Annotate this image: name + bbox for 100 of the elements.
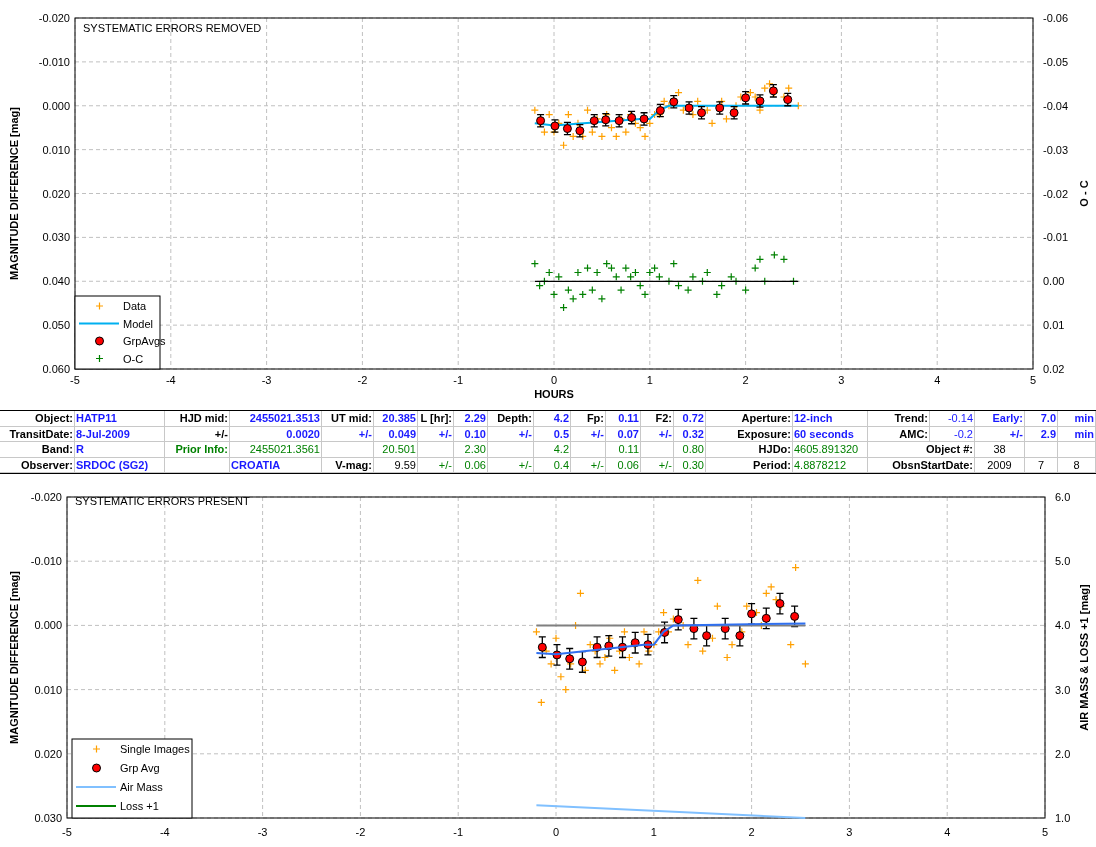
- table-cell: R: [75, 442, 165, 458]
- table-cell: 0.30: [674, 457, 706, 473]
- table-cell: +/-: [488, 457, 534, 473]
- table-cell: 4605.891320: [793, 442, 868, 458]
- axis-title: AIR MASS & LOSS +1 [mag]: [1078, 584, 1090, 731]
- table-cell: HJDo:: [706, 442, 793, 458]
- table-cell: 38: [975, 442, 1025, 458]
- table-cell: 9.59: [374, 457, 418, 473]
- tick-label: 0.02: [1043, 363, 1065, 375]
- table-cell: 60 seconds: [793, 426, 868, 442]
- tick-label: 4.0: [1055, 619, 1071, 632]
- tick-label: -5: [62, 826, 72, 838]
- table-cell: min: [1058, 411, 1096, 427]
- table-cell: Period:: [706, 457, 793, 473]
- table-cell: Fp:: [571, 411, 606, 427]
- table-cell: 0.11: [606, 442, 641, 458]
- table-cell: +/-: [641, 457, 674, 473]
- table-cell: Trend:: [868, 411, 930, 427]
- legend-label: Data: [123, 300, 147, 312]
- tick-label: -0.01: [1043, 231, 1069, 244]
- tick-label: 3: [838, 374, 845, 386]
- table-cell: Object:: [0, 411, 75, 427]
- tick-label: 5: [1029, 374, 1037, 386]
- legend-label: Loss +1: [120, 800, 159, 812]
- tick-label: -2: [355, 826, 366, 838]
- table-cell: SRDOC (SG2): [75, 457, 165, 473]
- table-cell: +/-: [641, 426, 674, 442]
- legend-label: O-C: [123, 352, 144, 365]
- table-cell: CROATIA: [230, 457, 322, 473]
- tick-label: 0.050: [42, 319, 70, 332]
- table-cell: Depth:: [488, 411, 534, 427]
- tick-label: 1: [650, 826, 657, 838]
- tick-label: -0.06: [1043, 12, 1069, 24]
- tick-label: -4: [159, 826, 170, 838]
- axis-title: MAGNITUDE DIFFERENCE [mag]: [8, 107, 20, 280]
- table-cell: +/-: [571, 426, 606, 442]
- table-cell: 4.2: [534, 411, 571, 427]
- table-cell: 0.049: [374, 426, 418, 442]
- tick-label: -1: [453, 826, 464, 838]
- tick-label: 5: [1041, 826, 1049, 838]
- table-cell: 2.9: [1025, 426, 1058, 442]
- tick-label: 3.0: [1055, 683, 1071, 696]
- table-cell: +/-: [165, 426, 230, 442]
- tick-label: -5: [70, 374, 80, 386]
- table-cell: Early:: [975, 411, 1025, 427]
- table-cell: ObsnStartDate:: [868, 457, 975, 473]
- tick-label: 0.020: [34, 747, 62, 760]
- tick-label: -0.05: [1043, 55, 1069, 68]
- table-cell: 7: [1025, 457, 1058, 473]
- legend-label: Air Mass: [120, 781, 163, 793]
- table-cell: 2455021.3561: [230, 442, 322, 458]
- table-cell: Band:: [0, 442, 75, 458]
- table-cell: V-mag:: [322, 457, 374, 473]
- tick-label: 2: [748, 826, 755, 838]
- tick-label: 0.030: [34, 812, 62, 824]
- table-cell: 0.07: [606, 426, 641, 442]
- table-cell: Object #:: [868, 442, 975, 458]
- tick-label: -0.04: [1043, 99, 1069, 112]
- table-cell: 0.06: [454, 457, 488, 473]
- tick-label: -0.03: [1043, 143, 1069, 156]
- tick-label: 4: [934, 374, 941, 386]
- tick-label: -0.010: [38, 55, 70, 68]
- table-cell: 20.501: [374, 442, 418, 458]
- tick-label: 2: [742, 374, 749, 386]
- table-cell: HATP11: [75, 411, 165, 427]
- table-cell: 8-Jul-2009: [75, 426, 165, 442]
- table-cell: +/-: [322, 426, 374, 442]
- table-cell: 0.06: [606, 457, 641, 473]
- tick-label: 0.000: [34, 619, 62, 632]
- legend-label: GrpAvgs: [123, 335, 166, 347]
- axis-title: O - C: [1078, 180, 1090, 207]
- tick-label: -3: [257, 826, 268, 838]
- chart-title: SYSTEMATIC ERRORS PRESENT: [75, 495, 250, 507]
- table-cell: 2009: [975, 457, 1025, 473]
- tick-label: -3: [261, 374, 272, 386]
- table-cell: 0.4: [534, 457, 571, 473]
- tick-label: 0.00: [1043, 275, 1065, 288]
- tick-label: 0: [550, 374, 558, 386]
- table-cell: Observer:: [0, 457, 75, 473]
- table-cell: -0.14: [930, 411, 975, 427]
- table-cell: Exposure:: [706, 426, 793, 442]
- tick-label: 1: [646, 374, 653, 386]
- table-cell: 0.11: [606, 411, 641, 427]
- table-cell: 2.30: [454, 442, 488, 458]
- chart-title: SYSTEMATIC ERRORS REMOVED: [83, 22, 262, 34]
- table-cell: -0.2: [930, 426, 975, 442]
- tick-label: 0.040: [42, 275, 70, 288]
- table-cell: 7.0: [1025, 411, 1058, 427]
- tick-label: 0.010: [42, 143, 70, 156]
- table-cell: min: [1058, 426, 1096, 442]
- table-cell: 20.385: [374, 411, 418, 427]
- table-cell: +/-: [488, 426, 534, 442]
- tick-label: -2: [357, 374, 368, 386]
- tick-label: 0.01: [1043, 319, 1065, 332]
- table-cell: 4.8878212: [793, 457, 868, 473]
- table-cell: 0.72: [674, 411, 706, 427]
- table-cell: 0.0020: [230, 426, 322, 442]
- tick-label: -0.010: [30, 555, 62, 568]
- tick-label: -0.020: [30, 491, 62, 503]
- table-cell: Aperture:: [706, 411, 793, 427]
